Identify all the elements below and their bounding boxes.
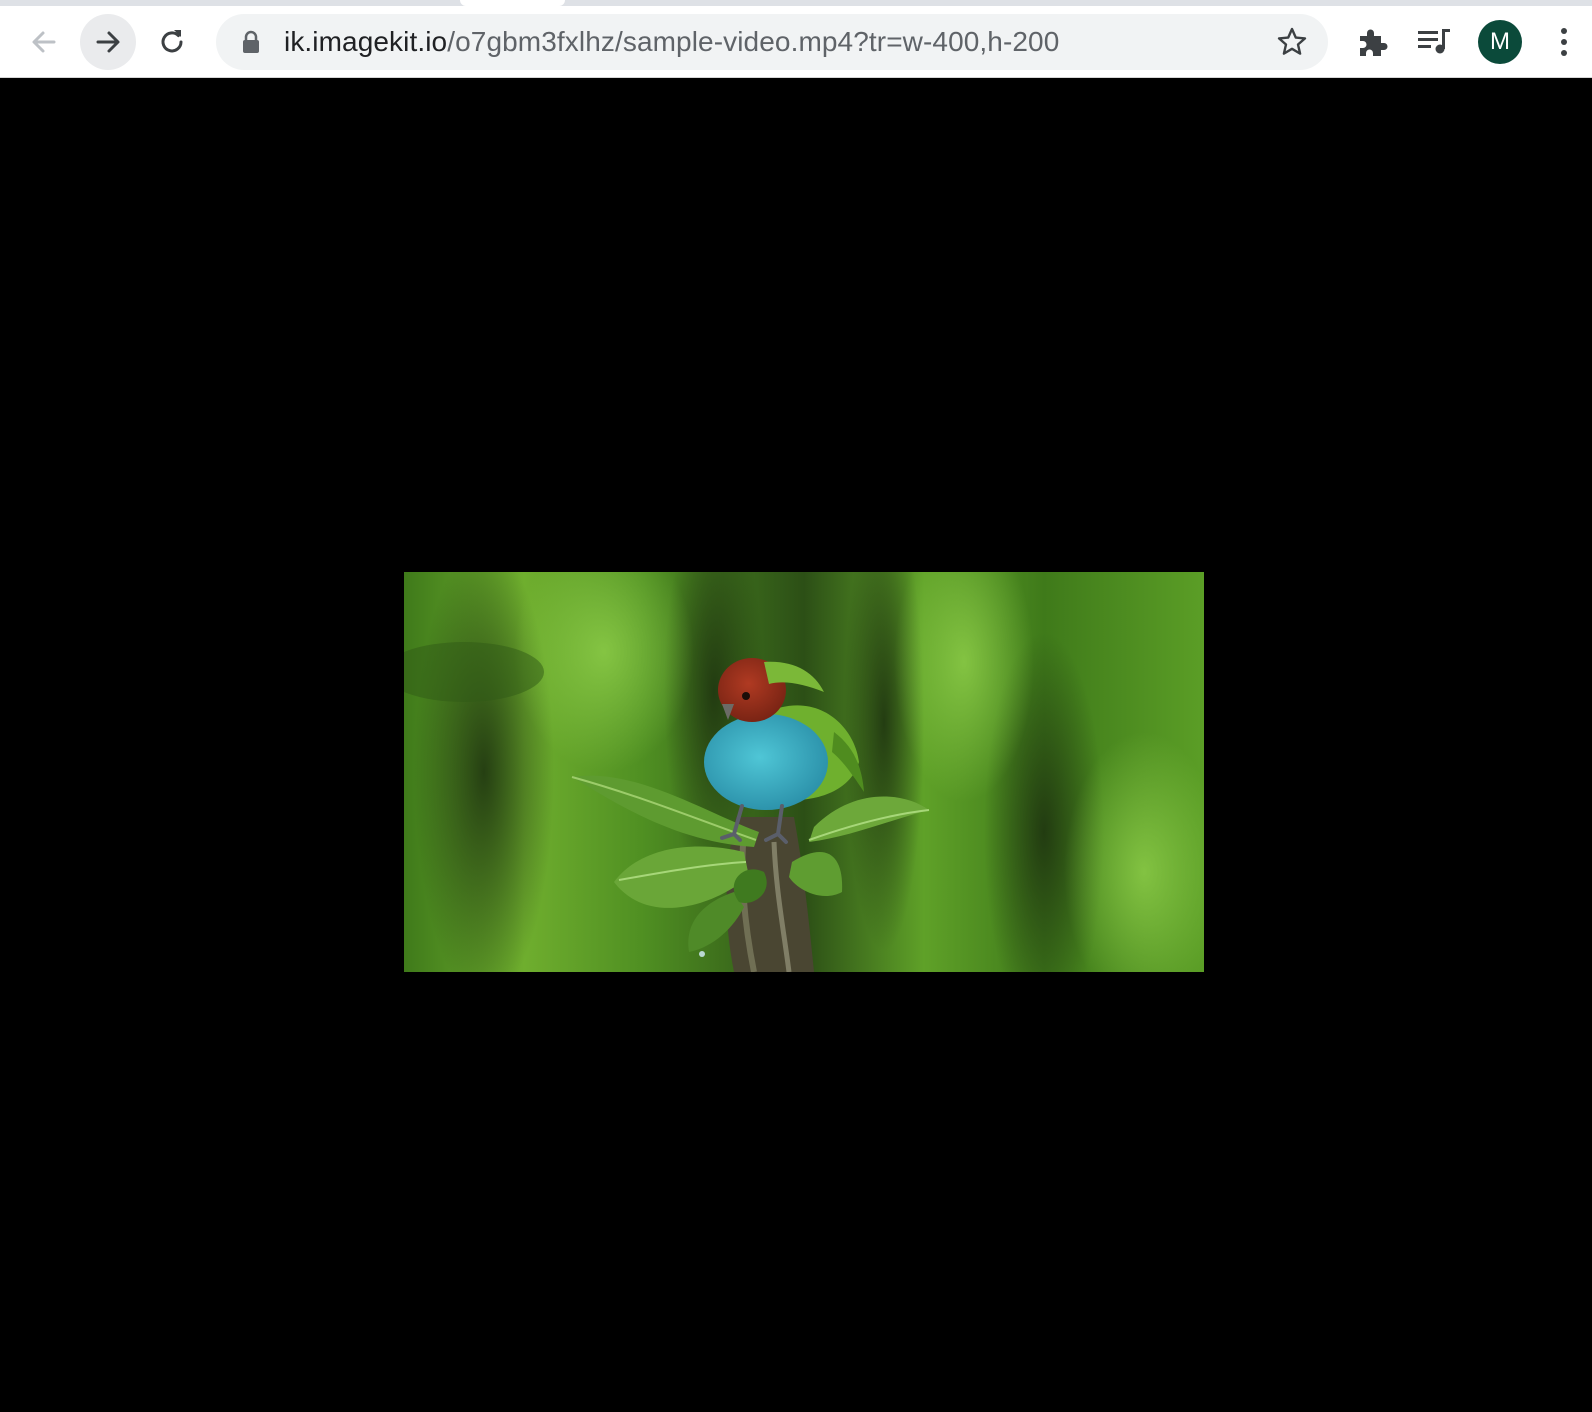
reload-icon — [161, 30, 183, 53]
url-host: ik.imagekit.io — [284, 26, 448, 57]
star-icon[interactable] — [1276, 26, 1308, 58]
puzzle-icon — [1360, 29, 1388, 56]
browser-window: ik.imagekit.io/o7gbm3fxlhz/sample-video.… — [0, 0, 1592, 1412]
browser-menu-button[interactable] — [1546, 24, 1582, 60]
lock-icon[interactable] — [240, 30, 262, 54]
arrow-left-icon — [32, 31, 56, 53]
video-frame — [404, 572, 1204, 972]
video-viewport — [0, 79, 1592, 1412]
url-text[interactable]: ik.imagekit.io/o7gbm3fxlhz/sample-video.… — [284, 14, 1059, 70]
reload-button[interactable] — [144, 14, 200, 70]
arrow-right-icon — [96, 31, 120, 53]
extensions-button[interactable] — [1354, 24, 1390, 60]
media-controls-button[interactable] — [1416, 24, 1452, 60]
kebab-menu-icon — [1561, 28, 1567, 56]
video-player[interactable] — [404, 572, 1204, 972]
forward-button[interactable] — [80, 14, 136, 70]
address-bar[interactable]: ik.imagekit.io/o7gbm3fxlhz/sample-video.… — [216, 14, 1328, 70]
url-path: /o7gbm3fxlhz/sample-video.mp4?tr=w-400,h… — [447, 26, 1060, 57]
browser-toolbar: ik.imagekit.io/o7gbm3fxlhz/sample-video.… — [0, 6, 1592, 78]
media-playlist-icon — [1418, 29, 1450, 54]
back-button[interactable] — [16, 14, 72, 70]
profile-avatar[interactable]: M — [1478, 20, 1522, 64]
